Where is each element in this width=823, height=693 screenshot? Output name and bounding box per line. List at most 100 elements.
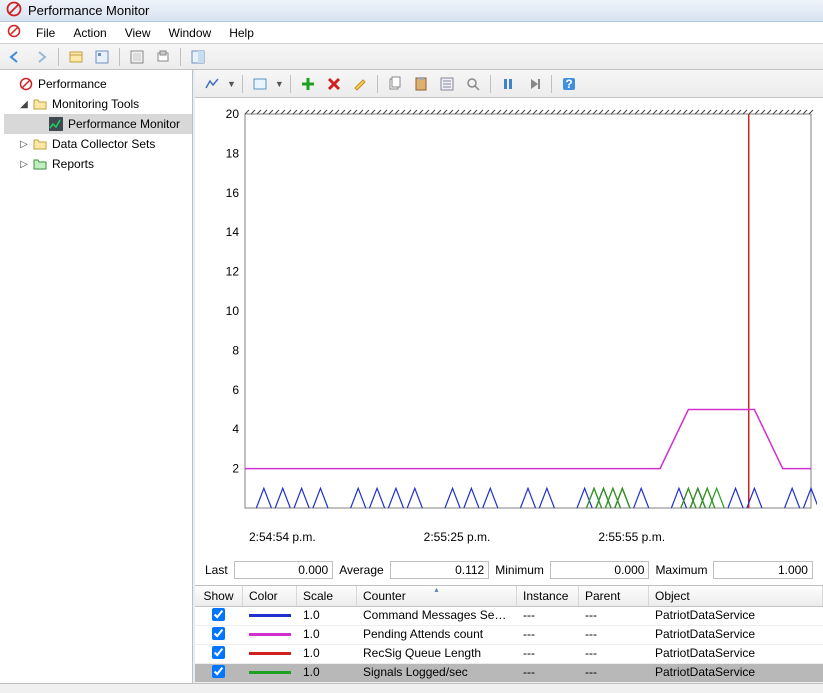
svg-text:8: 8 <box>232 343 239 357</box>
show-checkbox[interactable] <box>212 646 225 659</box>
counter-row[interactable]: 1.0RecSig Queue Length------PatriotDataS… <box>195 645 823 664</box>
last-label: Last <box>205 563 228 577</box>
tree-label: Reports <box>52 157 94 171</box>
instance-value: --- <box>517 607 579 625</box>
navigation-tree: Performance ◢ Monitoring Tools Performan… <box>0 70 193 683</box>
copy-button[interactable] <box>384 73 406 95</box>
minimum-label: Minimum <box>495 563 544 577</box>
zoom-button[interactable] <box>462 73 484 95</box>
object-value: PatriotDataService <box>649 645 823 663</box>
export-button[interactable] <box>152 46 174 68</box>
counter-name: Signals Logged/sec <box>357 664 517 682</box>
column-color[interactable]: Color <box>243 586 297 606</box>
delete-counter-button[interactable] <box>323 73 345 95</box>
menu-action[interactable]: Action <box>65 24 114 42</box>
refresh-button[interactable] <box>126 46 148 68</box>
tree-reports[interactable]: ▷ Reports <box>4 154 192 174</box>
parent-value: --- <box>579 645 649 663</box>
menu-window[interactable]: Window <box>161 24 220 42</box>
tree-monitoring-tools[interactable]: ◢ Monitoring Tools <box>4 94 192 114</box>
scale-value: 1.0 <box>297 645 357 663</box>
object-value: PatriotDataService <box>649 664 823 682</box>
show-checkbox[interactable] <box>212 627 225 640</box>
reports-icon <box>32 156 48 172</box>
svg-text:?: ? <box>565 77 572 91</box>
svg-text:10: 10 <box>226 304 240 318</box>
dropdown-arrow-icon[interactable]: ▼ <box>227 79 236 89</box>
app-icon <box>6 1 22 20</box>
counter-name: RecSig Queue Length <box>357 645 517 663</box>
column-parent[interactable]: Parent <box>579 586 649 606</box>
toolbar-separator <box>290 75 291 93</box>
column-counter[interactable]: Counter <box>357 586 517 606</box>
color-swatch <box>249 652 291 655</box>
svg-text:14: 14 <box>226 225 240 239</box>
svg-text:12: 12 <box>226 265 240 279</box>
maximum-label: Maximum <box>655 563 707 577</box>
tree-data-collector-sets[interactable]: ▷ Data Collector Sets <box>4 134 192 154</box>
properties-button[interactable] <box>436 73 458 95</box>
view-graph-button[interactable] <box>201 73 223 95</box>
x-label: 2:54:54 p.m. <box>249 530 316 544</box>
column-show[interactable]: Show <box>195 586 243 606</box>
color-swatch <box>249 671 291 674</box>
average-value: 0.112 <box>390 561 490 579</box>
color-swatch <box>249 614 291 617</box>
column-scale[interactable]: Scale <box>297 586 357 606</box>
show-checkbox[interactable] <box>212 608 225 621</box>
show-checkbox[interactable] <box>212 665 225 678</box>
tree-performance-monitor[interactable]: Performance Monitor <box>4 114 192 134</box>
dropdown-arrow-icon[interactable]: ▼ <box>275 79 284 89</box>
help-button[interactable]: ? <box>558 73 580 95</box>
menu-bar: File Action View Window Help <box>0 22 823 44</box>
counter-grid: Show Color Scale Counter Instance Parent… <box>195 585 823 683</box>
collapse-icon[interactable]: ◢ <box>18 99 30 110</box>
forward-button[interactable] <box>30 46 52 68</box>
folder-icon <box>32 96 48 112</box>
view-histogram-button[interactable] <box>249 73 271 95</box>
menu-file[interactable]: File <box>28 24 63 42</box>
toolbar-separator <box>377 75 378 93</box>
svg-text:18: 18 <box>226 146 240 160</box>
add-counter-button[interactable] <box>297 73 319 95</box>
svg-text:20: 20 <box>226 108 240 121</box>
counter-row[interactable]: 1.0Signals Logged/sec------PatriotDataSe… <box>195 664 823 683</box>
properties-button[interactable] <box>91 46 113 68</box>
column-object[interactable]: Object <box>649 586 823 606</box>
back-button[interactable] <box>4 46 26 68</box>
counter-name: Command Messages Sen... <box>357 607 517 625</box>
toolbar-separator <box>551 75 552 93</box>
tree-label: Monitoring Tools <box>52 97 139 111</box>
toolbar-separator <box>58 48 59 66</box>
main-toolbar <box>0 44 823 70</box>
highlight-button[interactable] <box>349 73 371 95</box>
menu-help[interactable]: Help <box>221 24 262 42</box>
menu-view[interactable]: View <box>117 24 159 42</box>
minimum-value: 0.000 <box>550 561 650 579</box>
expand-icon[interactable]: ▷ <box>18 159 30 170</box>
svg-text:6: 6 <box>232 383 239 397</box>
update-button[interactable] <box>523 73 545 95</box>
window-title-bar: Performance Monitor <box>0 0 823 22</box>
instance-value: --- <box>517 664 579 682</box>
parent-value: --- <box>579 607 649 625</box>
last-value: 0.000 <box>234 561 334 579</box>
tree-root-performance[interactable]: Performance <box>4 74 192 94</box>
freeze-button[interactable] <box>497 73 519 95</box>
show-hide-tree-button[interactable] <box>65 46 87 68</box>
paste-button[interactable] <box>410 73 432 95</box>
help-button[interactable] <box>187 46 209 68</box>
folder-icon <box>32 136 48 152</box>
chart-area: 2468101214161820 2:54:54 p.m. 2:55:25 p.… <box>195 98 823 553</box>
column-instance[interactable]: Instance <box>517 586 579 606</box>
chart-toolbar: ▼ ▼ ? <box>195 70 823 98</box>
content-pane: ▼ ▼ ? 2468101214161820 2:54:54 p.m. 2:55… <box>193 70 823 683</box>
chart-icon <box>48 116 64 132</box>
parent-value: --- <box>579 664 649 682</box>
counter-row[interactable]: 1.0Pending Attends count------PatriotDat… <box>195 626 823 645</box>
expand-icon[interactable]: ▷ <box>18 139 30 150</box>
counter-row[interactable]: 1.0Command Messages Sen...------PatriotD… <box>195 607 823 626</box>
performance-icon <box>18 76 34 92</box>
status-bar <box>0 683 823 693</box>
tree-label: Performance Monitor <box>68 117 180 131</box>
